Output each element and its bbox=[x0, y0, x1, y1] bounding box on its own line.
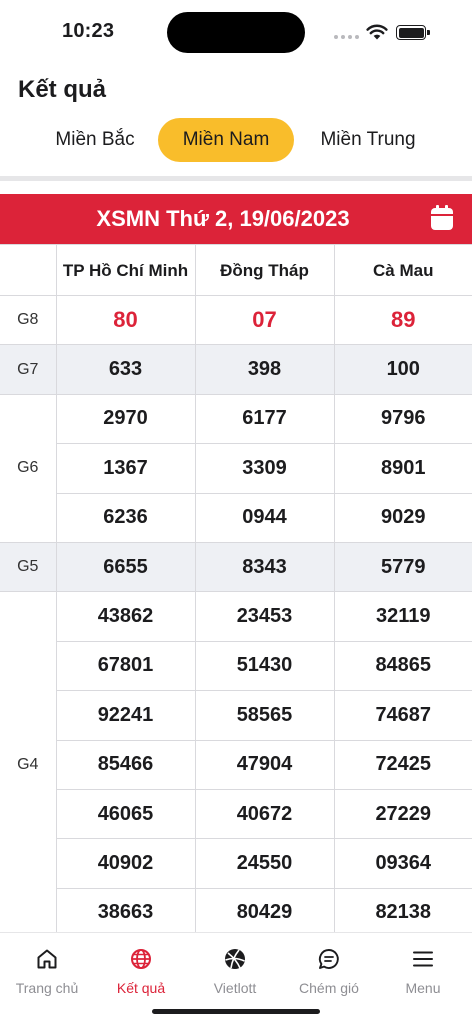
result-cell: 6655 bbox=[55, 541, 196, 593]
cellular-signal-icon bbox=[334, 35, 359, 39]
table-row: G7 633 398 100 bbox=[0, 344, 472, 395]
menu-icon bbox=[413, 951, 433, 967]
table-row: 6236 0944 9029 bbox=[0, 492, 472, 543]
prize-label: G6 bbox=[0, 393, 57, 543]
table-row: G8 80 07 89 bbox=[0, 294, 472, 346]
results-table: TP Hồ Chí Minh Đồng Tháp Cà Mau G8 80 07… bbox=[0, 244, 472, 939]
result-cell: 3309 bbox=[194, 443, 335, 494]
table-row: G6 2970 6177 9796 bbox=[0, 393, 472, 543]
tab-mien-trung[interactable]: Miền Trung bbox=[307, 118, 429, 162]
result-cell: 8343 bbox=[194, 541, 335, 593]
result-cell: 89 bbox=[333, 294, 472, 346]
result-cell: 23453 bbox=[194, 591, 335, 642]
prize-label: G8 bbox=[0, 294, 57, 346]
result-cell: 84865 bbox=[333, 640, 472, 692]
results-date-title: XSMN Thứ 2, 19/06/2023 bbox=[96, 206, 350, 231]
result-cell: 27229 bbox=[333, 788, 472, 840]
nav-item-vietlott[interactable]: Vietlott bbox=[188, 933, 282, 1003]
nav-item-menu[interactable]: Menu bbox=[376, 933, 470, 1003]
column-header: TP Hồ Chí Minh bbox=[55, 244, 196, 296]
table-row: 1367 3309 8901 bbox=[0, 443, 472, 494]
home-indicator bbox=[152, 1009, 320, 1014]
result-cell: 80429 bbox=[194, 887, 335, 939]
result-cell: 72425 bbox=[333, 739, 472, 790]
region-tabs: Miền Bắc Miền Nam Miền Trung bbox=[0, 118, 472, 162]
page-title: Kết quả bbox=[18, 76, 107, 103]
result-cell: 9796 bbox=[333, 393, 472, 445]
wifi-icon bbox=[366, 24, 388, 40]
result-cell: 85466 bbox=[56, 739, 196, 790]
result-cell: 92241 bbox=[56, 690, 196, 741]
result-cell: 47904 bbox=[194, 739, 335, 790]
result-cell: 09364 bbox=[333, 838, 472, 889]
result-cell: 24550 bbox=[194, 838, 335, 889]
nav-label: Menu bbox=[405, 980, 441, 996]
result-cell: 82138 bbox=[333, 887, 472, 939]
column-header: Đồng Tháp bbox=[194, 244, 335, 296]
nav-label: Chém gió bbox=[299, 980, 359, 996]
result-cell: 100 bbox=[333, 344, 472, 395]
result-cell: 80 bbox=[55, 294, 196, 346]
table-row: 67801 51430 84865 bbox=[0, 640, 472, 692]
result-cell: 51430 bbox=[194, 640, 335, 692]
prize-header-cell bbox=[0, 244, 57, 296]
globe-icon bbox=[131, 949, 151, 969]
nav-label: Vietlott bbox=[213, 980, 257, 996]
tab-mien-nam[interactable]: Miền Nam bbox=[158, 118, 294, 162]
result-cell: 67801 bbox=[56, 640, 196, 692]
status-bar: 10:23 bbox=[0, 0, 472, 64]
prize-label: G5 bbox=[0, 541, 57, 593]
results-banner: XSMN Thứ 2, 19/06/2023 bbox=[0, 194, 472, 244]
home-icon bbox=[37, 949, 57, 969]
result-cell: 40672 bbox=[194, 788, 335, 840]
result-cell: 43862 bbox=[55, 591, 196, 642]
result-cell: 6177 bbox=[194, 393, 335, 445]
result-cell: 58565 bbox=[194, 690, 335, 741]
nav-item-home[interactable]: Trang chủ bbox=[0, 933, 94, 1003]
result-cell: 38663 bbox=[56, 887, 196, 939]
battery-icon bbox=[396, 25, 430, 40]
column-header: Cà Mau bbox=[333, 244, 472, 296]
result-cell: 8901 bbox=[333, 443, 472, 494]
table-row: 85466 47904 72425 bbox=[0, 739, 472, 790]
result-cell: 40902 bbox=[56, 838, 196, 889]
tab-mien-bac[interactable]: Miền Bắc bbox=[44, 118, 146, 162]
calendar-icon[interactable] bbox=[431, 205, 453, 230]
nav-label: Trang chủ bbox=[15, 980, 79, 996]
nav-label: Kết quả bbox=[116, 980, 166, 996]
nav-item-results[interactable]: Kết quả bbox=[94, 933, 188, 1003]
status-time: 10:23 bbox=[62, 20, 115, 42]
table-row: G4 43862 23453 32119 bbox=[0, 591, 472, 939]
table-row: 46065 40672 27229 bbox=[0, 788, 472, 840]
result-cell: 633 bbox=[55, 344, 196, 395]
table-row: 38663 80429 82138 bbox=[0, 887, 472, 939]
result-cell: 07 bbox=[194, 294, 335, 346]
result-cell: 5779 bbox=[333, 541, 472, 593]
header-divider bbox=[0, 176, 472, 181]
prize-label: G7 bbox=[0, 344, 57, 395]
result-cell: 74687 bbox=[333, 690, 472, 741]
prize-label: G4 bbox=[0, 591, 57, 939]
nav-item-chat[interactable]: Chém gió bbox=[282, 933, 376, 1003]
result-cell: 46065 bbox=[56, 788, 196, 840]
table-row: G5 6655 8343 5779 bbox=[0, 541, 472, 593]
table-row: 92241 58565 74687 bbox=[0, 690, 472, 741]
result-cell: 6236 bbox=[56, 492, 196, 543]
ball-icon bbox=[225, 949, 245, 969]
result-cell: 9029 bbox=[333, 492, 472, 543]
result-cell: 0944 bbox=[194, 492, 335, 543]
result-cell: 2970 bbox=[55, 393, 196, 445]
chat-icon bbox=[318, 949, 339, 969]
result-cell: 398 bbox=[194, 344, 335, 395]
dynamic-island bbox=[167, 12, 305, 53]
result-cell: 32119 bbox=[333, 591, 472, 642]
table-row: 40902 24550 09364 bbox=[0, 838, 472, 889]
table-header-row: TP Hồ Chí Minh Đồng Tháp Cà Mau bbox=[0, 244, 472, 296]
result-cell: 1367 bbox=[56, 443, 196, 494]
